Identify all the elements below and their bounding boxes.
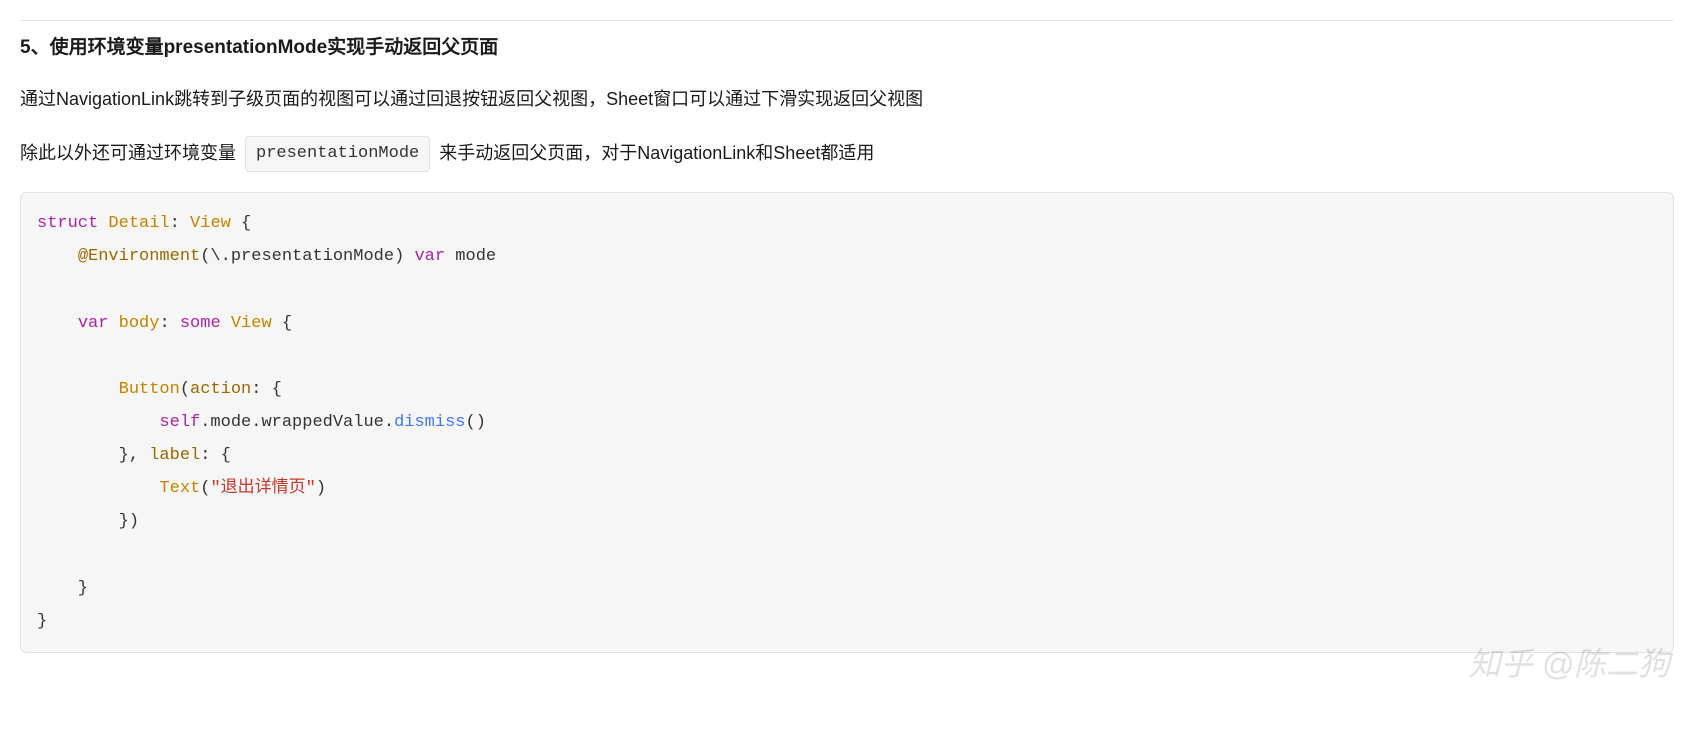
paragraph-2: 除此以外还可通过环境变量 presentationMode 来手动返回父页面，对… — [20, 136, 1674, 173]
code-paren-9-open: ( — [200, 479, 210, 498]
code-ident-body: body — [108, 314, 159, 333]
code-method-dismiss: dismiss — [394, 413, 465, 432]
paragraph-2-text-a: 除此以外还可通过环境变量 — [20, 143, 241, 163]
code-indent-2 — [37, 247, 78, 266]
code-type-text: Text — [159, 479, 200, 498]
code-indent-6 — [37, 380, 119, 399]
code-string-exit: "退出详情页" — [210, 479, 315, 498]
code-line-12: } — [37, 579, 88, 598]
section-heading: 5、使用环境变量presentationMode实现手动返回父页面 — [20, 31, 1674, 65]
code-ident-mode: mode — [445, 247, 496, 266]
code-colon-6: : { — [251, 380, 282, 399]
code-chain-7: .mode.wrappedValue. — [200, 413, 394, 432]
code-line-10: }) — [37, 512, 139, 531]
code-type-button: Button — [119, 380, 180, 399]
code-indent-8: }, — [37, 446, 149, 465]
code-param-action: action — [190, 380, 251, 399]
code-paren-9-close: ) — [316, 479, 326, 498]
paragraph-2-text-b: 来手动返回父页面，对于NavigationLink和Sheet都适用 — [434, 143, 874, 163]
code-colon-4: : — [159, 314, 179, 333]
code-keyword-some: some — [180, 314, 221, 333]
code-type-detail: Detail — [98, 214, 169, 233]
code-keyword-var-2: var — [78, 314, 109, 333]
code-type-view-2: View — [221, 314, 272, 333]
code-attr-environment: @Environment — [78, 247, 200, 266]
code-colon-8: : { — [200, 446, 231, 465]
code-env-args: (\.presentationMode) — [200, 247, 414, 266]
code-keyword-var-1: var — [414, 247, 445, 266]
code-type-view: View — [190, 214, 231, 233]
code-brace-4: { — [272, 314, 292, 333]
code-indent-7 — [37, 413, 159, 432]
paragraph-1: 通过NavigationLink跳转到子级页面的视图可以通过回退按钮返回父视图，… — [20, 83, 1674, 115]
code-brace-1: { — [231, 214, 251, 233]
code-keyword-self: self — [159, 413, 200, 432]
code-line-13: } — [37, 612, 47, 631]
code-indent-9 — [37, 479, 159, 498]
inline-code-presentationmode: presentationMode — [245, 136, 430, 173]
code-param-label: label — [149, 446, 200, 465]
code-colon-1: : — [170, 214, 190, 233]
code-paren-7: () — [466, 413, 486, 432]
code-paren-6: ( — [180, 380, 190, 399]
code-indent-4 — [37, 314, 78, 333]
top-divider — [20, 20, 1674, 21]
code-block: struct Detail: View { @Environment(\.pre… — [20, 192, 1674, 653]
code-keyword-struct: struct — [37, 214, 98, 233]
